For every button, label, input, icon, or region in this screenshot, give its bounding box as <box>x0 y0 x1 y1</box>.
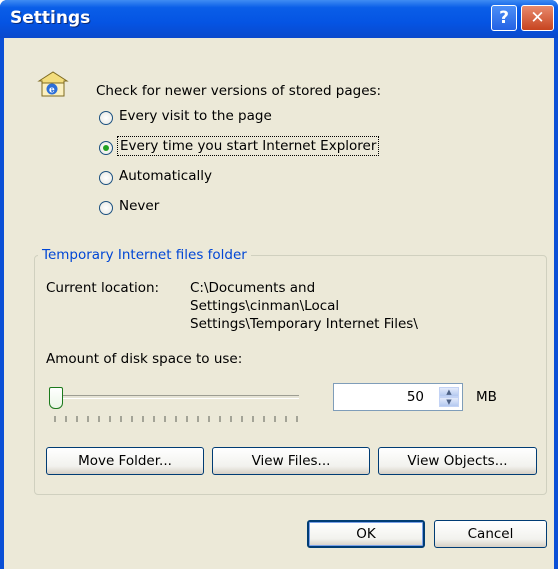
settings-dialog: Settings ? ✕ e Check for newer versions … <box>0 0 558 569</box>
view-objects-button[interactable]: View Objects... <box>378 447 537 475</box>
radio-every-visit[interactable] <box>99 111 113 125</box>
disk-space-label: Amount of disk space to use: <box>46 351 243 367</box>
spinner-buttons: ▲ ▼ <box>439 387 459 407</box>
label-automatically: Automatically <box>119 168 212 184</box>
svg-text:e: e <box>49 86 55 96</box>
view-files-button[interactable]: View Files... <box>212 447 370 475</box>
spin-down-icon[interactable]: ▼ <box>439 397 459 407</box>
cancel-button[interactable]: Cancel <box>434 520 547 548</box>
close-button[interactable]: ✕ <box>521 5 554 31</box>
location-line-1: C:\Documents and <box>190 280 316 296</box>
ok-button[interactable]: OK <box>307 520 425 548</box>
title-bar[interactable]: Settings ? ✕ <box>0 0 558 38</box>
disk-space-slider-thumb[interactable] <box>49 387 63 409</box>
disk-unit-label: MB <box>476 389 497 405</box>
label-every-start: Every time you start Internet Explorer <box>117 136 380 156</box>
location-label: Current location: <box>46 280 160 296</box>
label-never: Never <box>119 198 160 214</box>
dialog-body: e Check for newer versions of stored pag… <box>4 38 554 569</box>
disk-space-value[interactable]: 50 <box>407 389 424 405</box>
spin-up-icon[interactable]: ▲ <box>439 387 459 397</box>
location-line-3: Settings\Temporary Internet Files\ <box>190 316 418 332</box>
help-button[interactable]: ? <box>491 5 517 31</box>
radio-never[interactable] <box>99 201 113 215</box>
dialog-title: Settings <box>10 8 91 28</box>
radio-every-start[interactable] <box>99 141 113 155</box>
ie-page-icon: e <box>37 71 69 97</box>
check-heading: Check for newer versions of stored pages… <box>96 83 382 99</box>
disk-space-slider-track[interactable] <box>49 395 299 399</box>
label-every-visit: Every visit to the page <box>119 108 272 124</box>
move-folder-button[interactable]: Move Folder... <box>46 447 204 475</box>
slider-ticks <box>54 416 302 422</box>
radio-automatically[interactable] <box>99 171 113 185</box>
disk-space-spinner[interactable]: 50 ▲ ▼ <box>333 383 463 411</box>
location-line-2: Settings\cinman\Local <box>190 298 340 314</box>
temp-files-group-title: Temporary Internet files folder <box>38 247 251 263</box>
